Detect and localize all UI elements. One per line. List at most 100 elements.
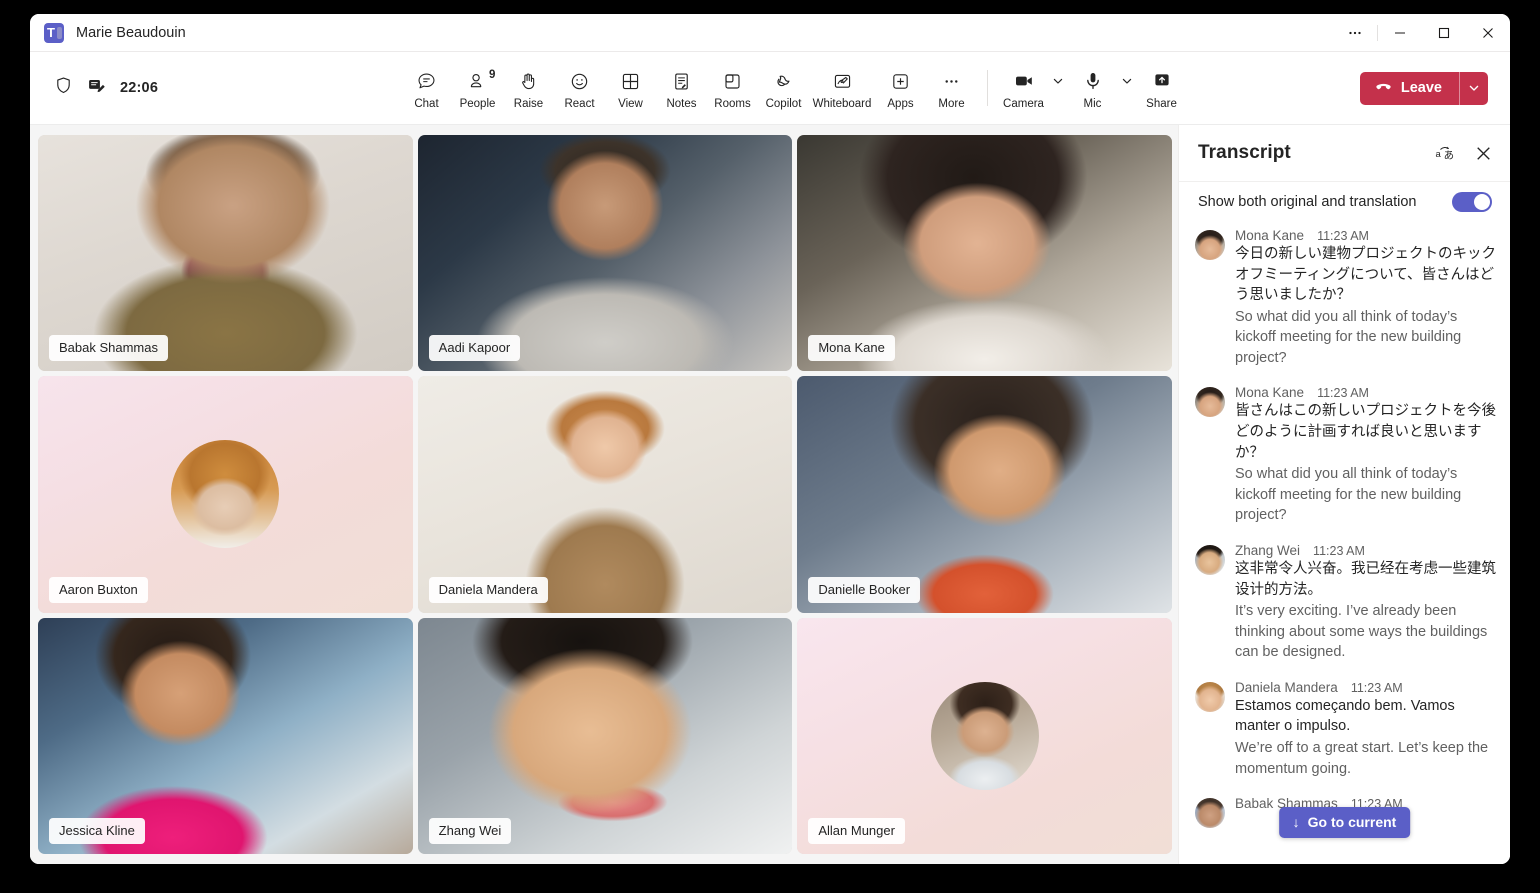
speaker-name: Zhang Wei (1235, 542, 1301, 558)
avatar (1195, 544, 1225, 575)
titlebar-more-button[interactable] (1333, 14, 1377, 52)
original-text: Estamos começando bem. Vamos manter o im… (1235, 697, 1455, 735)
camera-chevron-down-icon[interactable] (1049, 68, 1067, 94)
go-to-current-button[interactable]: ↓ Go to current (1278, 807, 1411, 838)
timestamp: 11:23 AM (1317, 229, 1369, 243)
transcript-panel-header: Transcript a あ (1179, 125, 1510, 181)
video-tile-daniela-mandera[interactable]: Daniela Mandera (417, 376, 793, 613)
toolbar-button-camera[interactable]: Camera (998, 66, 1049, 110)
participant-nameplate: Babak Shammas (49, 335, 168, 362)
people-icon: 9 (467, 68, 495, 94)
video-tile-mona-kane[interactable]: Mona Kane (797, 135, 1173, 372)
video-tile-zhang-wei[interactable]: Zhang Wei (417, 617, 793, 854)
participant-nameplate: Mona Kane (808, 335, 895, 362)
speaker-name: Mona Kane (1235, 228, 1305, 243)
toolbar-label-notes: Notes (666, 98, 697, 110)
whiteboard-icon (832, 68, 853, 94)
meeting-body: Babak Shammas Aadi Kapoor Mona Kane Aaro… (30, 125, 1510, 864)
toolbar-button-rooms[interactable]: Rooms (707, 66, 758, 110)
toolbar-button-apps[interactable]: Apps (875, 66, 926, 110)
show-both-toggle-row[interactable]: Show both original and translation (1179, 181, 1510, 224)
video-tile-aaron-buxton[interactable]: Aaron Buxton (38, 376, 413, 613)
video-tile-jessica-kline[interactable]: Jessica Kline (38, 617, 413, 854)
toolbar-label-view: View (618, 98, 643, 110)
timestamp: 11:23 AM (1317, 386, 1369, 401)
raise-hand-icon (518, 68, 539, 94)
toolbar-button-more[interactable]: More (926, 66, 977, 110)
original-text: 这非常令人兴奋。我已经在考虑一些建筑设计的方法。 (1235, 560, 1496, 598)
translated-text: So what did you all think of today’s kic… (1235, 466, 1462, 524)
shield-icon (54, 76, 73, 100)
transcript-entry: Mona Kane 11:23 AM 今日の新しい建物プロジェクトのキックオフミ… (1195, 228, 1496, 368)
transcript-entry-body: Mona Kane 11:23 AM 皆さんはこの新しいプロジェクトを今後どのよ… (1235, 385, 1496, 525)
video-tile-allan-munger[interactable]: Allan Munger (797, 617, 1173, 854)
toolbar-label-react: React (564, 98, 595, 110)
leave-button-label: Leave (1400, 80, 1442, 96)
avatar (1195, 230, 1225, 260)
toolbar-button-mic[interactable]: Mic (1067, 66, 1118, 110)
speaker-name: Daniela Mandera (1235, 679, 1338, 695)
chat-icon (416, 68, 437, 94)
minimize-button[interactable] (1378, 14, 1422, 52)
copilot-icon (773, 68, 794, 94)
maximize-button[interactable] (1422, 14, 1466, 52)
toolbar-button-react[interactable]: React (554, 66, 605, 110)
down-arrow-icon: ↓ (1292, 814, 1300, 830)
transcript-entry: Zhang Wei 11:23 AM 这非常令人兴奋。我已经在考虑一些建筑设计的… (1195, 543, 1496, 663)
participant-nameplate: Zhang Wei (428, 817, 512, 844)
people-count-badge: 9 (489, 69, 496, 81)
toolbar-button-notes[interactable]: Notes (656, 66, 707, 110)
camera-icon (1013, 68, 1035, 94)
avatar (930, 681, 1039, 790)
teams-meeting-window: Marie Beaudouin (30, 14, 1510, 864)
window-titlebar: Marie Beaudouin (30, 14, 1510, 52)
toolbar-button-copilot[interactable]: Copilot (758, 66, 809, 110)
participant-nameplate: Daniela Mandera (428, 576, 548, 603)
translate-language-icon[interactable]: a あ (1434, 142, 1456, 164)
speaker-name: Mona Kane (1235, 385, 1305, 401)
video-tile-danielle-booker[interactable]: Danielle Booker (797, 376, 1173, 613)
transcript-entry: Daniela Mandera 11:23 AM Estamos começan… (1195, 680, 1496, 779)
participant-nameplate: Aaron Buxton (49, 576, 148, 603)
desktop-background: Marie Beaudouin (0, 0, 1540, 893)
close-transcript-icon[interactable] (1472, 142, 1494, 164)
toolbar-label-apps: Apps (887, 98, 914, 110)
close-button[interactable] (1466, 14, 1510, 52)
video-tile-babak-shammas[interactable]: Babak Shammas (38, 135, 413, 372)
leave-button[interactable]: Leave (1360, 72, 1459, 105)
window-controls (1333, 14, 1510, 51)
view-grid-icon (620, 68, 641, 94)
toolbar-label-share: Share (1146, 98, 1177, 110)
transcript-entry-body: Daniela Mandera 11:23 AM Estamos começan… (1235, 680, 1496, 779)
teams-logo-icon (44, 22, 64, 43)
transcript-list[interactable]: Mona Kane 11:23 AM 今日の新しい建物プロジェクトのキックオフミ… (1179, 224, 1510, 864)
original-text: 皆さんはこの新しいプロジェクトを今後どのように計画すれば良いと思いますか？ (1235, 403, 1496, 461)
transcript-entry-meta: Zhang Wei 11:23 AM (1235, 543, 1496, 558)
video-tile-aadi-kapoor[interactable]: Aadi Kapoor (417, 135, 793, 372)
toolbar-button-people[interactable]: 9 People (452, 66, 503, 110)
leave-chevron-down-icon[interactable] (1460, 72, 1488, 105)
transcript-entry-body: Zhang Wei 11:23 AM 这非常令人兴奋。我已经在考虑一些建筑设计的… (1235, 543, 1496, 663)
toolbar-button-share[interactable]: Share (1136, 66, 1187, 110)
toolbar-button-raise[interactable]: Raise (503, 66, 554, 110)
transcript-entry-meta: Mona Kane 11:23 AM (1235, 228, 1496, 243)
transcript-entry-meta: Mona Kane 11:23 AM (1235, 385, 1496, 400)
mic-chevron-down-icon[interactable] (1118, 68, 1136, 94)
show-both-toggle-switch[interactable] (1452, 192, 1492, 212)
participant-nameplate: Jessica Kline (49, 817, 145, 844)
meeting-timer: 22:06 (120, 80, 159, 96)
toolbar-label-raise: Raise (513, 98, 544, 110)
meeting-toolbar: 22:06 Chat 9 People Raise React View Not… (30, 52, 1510, 125)
toolbar-button-view[interactable]: View (605, 66, 656, 110)
avatar (171, 440, 280, 549)
meeting-notes-icon[interactable] (87, 76, 106, 100)
toolbar-label-copilot: Copilot (765, 98, 802, 110)
transcript-panel: Transcript a あ Show both original and tr… (1178, 125, 1510, 864)
toolbar-separator (987, 70, 988, 106)
toolbar-center-group: Chat 9 People Raise React View Notes Roo… (401, 66, 1187, 110)
breakout-rooms-icon (722, 68, 743, 94)
toolbar-button-chat[interactable]: Chat (401, 66, 452, 110)
toolbar-button-whiteboard[interactable]: Whiteboard (809, 66, 875, 110)
avatar (1195, 798, 1225, 829)
apps-plus-icon (890, 68, 911, 94)
